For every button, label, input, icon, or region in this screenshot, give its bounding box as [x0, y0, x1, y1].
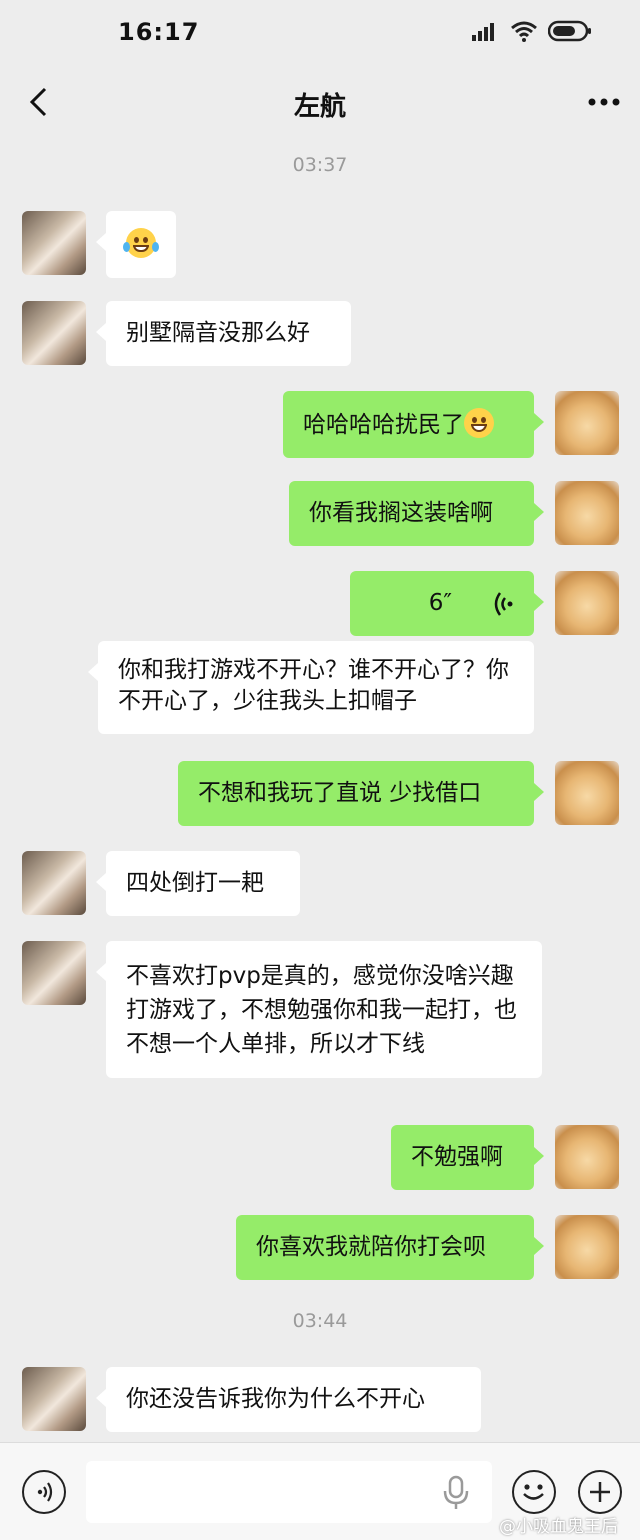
my-avatar[interactable]: [555, 391, 619, 455]
timestamp: 03:37: [292, 154, 348, 176]
chat-title: 左航: [293, 92, 346, 122]
contact-avatar[interactable]: [22, 851, 86, 915]
contact-avatar[interactable]: [22, 941, 86, 1005]
status-icons: [472, 20, 592, 42]
status-time: 16:17: [118, 18, 200, 46]
battery-icon: [548, 20, 591, 42]
message-bubble[interactable]: 不喜欢打pvp是真的，感觉你没啥兴趣打游戏了，不想勉强你和我一起打，也不想一个人…: [96, 941, 542, 1078]
my-avatar[interactable]: [555, 1125, 619, 1189]
my-avatar[interactable]: [555, 571, 619, 635]
voice-wave-icon: [494, 591, 513, 616]
message-bubble[interactable]: 你喜欢我就陪你打会呗: [236, 1215, 544, 1280]
emoji-button[interactable]: [512, 1470, 556, 1514]
voice-duration: 6″: [428, 590, 452, 616]
my-avatar[interactable]: [555, 761, 619, 825]
contact-avatar[interactable]: [22, 211, 86, 275]
smiley-icon: [523, 1484, 544, 1500]
message-bubble[interactable]: 你还没告诉我你为什么不开心: [96, 1367, 481, 1432]
more-dots-icon: [588, 98, 620, 106]
more-button[interactable]: [584, 82, 624, 122]
voice-message-bubble[interactable]: 6″: [350, 571, 544, 636]
wifi-icon: [511, 21, 537, 42]
voice-wave-icon: [37, 1482, 53, 1502]
message-bubble[interactable]: 你看我搁这装啥啊: [289, 481, 544, 546]
message-bubble[interactable]: 别墅隔音没那么好: [96, 301, 351, 366]
message-input[interactable]: [86, 1461, 492, 1523]
microphone-icon[interactable]: [442, 1475, 470, 1511]
message-bubble[interactable]: 哈哈哈哈扰民了: [283, 391, 544, 458]
timestamp: 03:44: [292, 1310, 348, 1332]
grin-emoji-icon: [464, 408, 494, 438]
signal-icon: [472, 23, 494, 41]
chat-header: 左航: [0, 68, 640, 138]
plus-icon: [590, 1482, 610, 1502]
message-bubble[interactable]: [96, 211, 176, 278]
voice-toggle-button[interactable]: [22, 1470, 66, 1514]
contact-avatar[interactable]: [22, 1367, 86, 1431]
message-text: 哈哈哈哈扰民了: [303, 412, 464, 438]
crying-laugh-emoji-icon: [123, 228, 159, 258]
message-bubble[interactable]: 不想和我玩了直说 少找借口: [178, 761, 544, 826]
message-bubble[interactable]: 你和我打游戏不开心？谁不开心了？你不开心了，少往我头上扣帽子: [88, 641, 534, 734]
more-actions-button[interactable]: [578, 1470, 622, 1514]
message-bubble[interactable]: 四处倒打一耙: [96, 851, 300, 916]
status-bar: 16:17: [0, 0, 640, 68]
my-avatar[interactable]: [555, 1215, 619, 1279]
watermark: @小吸血鬼王后: [499, 1517, 618, 1537]
message-bubble[interactable]: 不勉强啊: [391, 1125, 544, 1190]
contact-avatar[interactable]: [22, 301, 86, 365]
my-avatar[interactable]: [555, 481, 619, 545]
